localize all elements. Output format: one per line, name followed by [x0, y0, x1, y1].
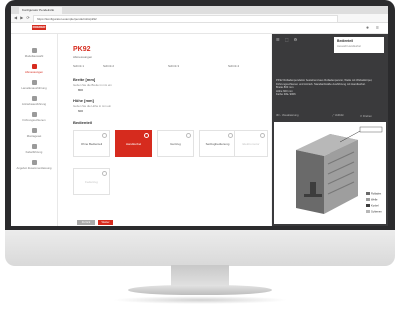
option-card-ohne[interactable]: Ohne Bedienteil — [73, 130, 110, 157]
render-crank-handle — [304, 194, 322, 197]
model-icon — [31, 48, 37, 53]
sidebar-item-montageset[interactable]: Montageset — [11, 128, 57, 140]
info-icon[interactable] — [144, 133, 149, 138]
nav-buttons[interactable]: ◀ ▶ ⟳ — [14, 15, 31, 20]
option-card-gurtzug[interactable]: Gurtzug — [157, 130, 194, 157]
option-card-seilzug[interactable]: Seilzugbedienung — [199, 130, 236, 157]
legend-swatch — [366, 192, 370, 195]
sidebar-item-kabelfuehrung[interactable]: Kabelführung — [11, 144, 57, 156]
tools-icon — [31, 128, 37, 133]
url-field[interactable]: https://konfigurator.example/pendelrollo… — [33, 15, 338, 23]
legend-label: Schienen — [371, 210, 382, 214]
page-subtitle: Abmessungen — [73, 55, 93, 59]
app-header: ROEDER ● ≡ — [11, 23, 388, 34]
vis-label: 3D - Visualisierung — [276, 114, 299, 117]
fullscreen-button[interactable]: ⤢ Vollbild — [332, 114, 343, 117]
brand-logo[interactable]: ROEDER — [32, 25, 46, 30]
back-button[interactable]: Zurück — [77, 220, 95, 225]
3d-viewer[interactable]: Rolladen Welle Kurbel Schienen — [274, 122, 386, 224]
legend-label: Kurbel — [371, 204, 379, 208]
rail-icon — [31, 112, 37, 117]
legend-swatch — [366, 198, 370, 201]
drive-icon — [31, 96, 37, 101]
info-icon[interactable] — [260, 133, 265, 138]
sidebar-item-lamellen[interactable]: Lamellenausführung — [11, 80, 57, 92]
drive-heading: Bedienteil — [73, 120, 93, 125]
popup-subtitle: Auswahl Handkurbel — [337, 45, 361, 48]
option-card-handkurbel[interactable]: Handkurbel — [115, 130, 152, 157]
legend-label: Rolladen — [371, 192, 382, 196]
monitor-stand-neck — [171, 265, 229, 287]
panel-toolbar[interactable]: ☰ ⬚ ⚙ — [276, 37, 299, 42]
render-crank — [310, 182, 316, 196]
info-icon[interactable] — [102, 133, 107, 138]
sidebar-item-fuehrungsschienen[interactable]: Führungsschienen — [11, 112, 57, 124]
user-icon[interactable]: ● — [366, 25, 369, 31]
spec-color: Farbe RAL 9006 — [276, 93, 296, 97]
legend-swatch — [366, 210, 370, 213]
legend-label: Welle — [371, 198, 378, 202]
width-hint: Geben Sie die Breite in mm ein — [73, 83, 112, 87]
option-card-elektromotor[interactable]: Elektromotor — [234, 130, 268, 157]
sidebar-item-antrieb[interactable]: Antriebsausführung — [11, 96, 57, 108]
rotate-button[interactable]: ⟳ Drehen — [360, 114, 372, 118]
screen: Konfigurator Pendelrollo ◀ ▶ ⟳ https://k… — [11, 6, 388, 226]
slats-icon — [31, 80, 37, 85]
roller-door-3d-render: Rolladen Welle Kurbel Schienen — [296, 126, 383, 214]
step-1[interactable]: Schritt 1 — [73, 64, 84, 68]
menu-icon[interactable]: ≡ — [376, 25, 379, 31]
cable-icon — [31, 144, 37, 149]
sidebar: Modellauswahl Abmessungen Lamellenausfüh… — [11, 34, 58, 226]
step-4[interactable]: Schritt 4 — [228, 64, 239, 68]
selection-popup: Bedienteil Auswahl Handkurbel — [334, 37, 384, 53]
product-description: PK92 Rolladenpendeltor bestehend aus Rol… — [276, 79, 384, 97]
info-icon[interactable] — [186, 133, 191, 138]
browser-tab-bar: Konfigurator Pendelrollo — [11, 6, 388, 14]
browser-tab[interactable]: Konfigurator Pendelrollo — [19, 7, 62, 14]
width-input[interactable]: 800 — [78, 88, 83, 92]
render-callout-box — [359, 126, 383, 133]
info-icon[interactable] — [102, 171, 107, 176]
height-hint: Geben Sie die Höhe in mm ein — [73, 104, 112, 108]
height-input[interactable]: 600 — [78, 109, 83, 113]
ruler-icon — [31, 64, 37, 69]
page-title: PK92 — [73, 46, 91, 53]
sidebar-item-abmessungen[interactable]: Abmessungen — [11, 64, 57, 76]
monitor-shadow — [112, 296, 288, 304]
monitor-stand-foot — [128, 285, 272, 295]
height-heading: Höhe [mm] — [73, 98, 94, 103]
monitor-chin — [5, 230, 395, 266]
info-icon[interactable] — [228, 133, 233, 138]
main-content: PK92 Abmessungen Schritt 1 Schritt 2 Sch… — [58, 34, 271, 226]
option-card-federzug[interactable]: Federzug — [73, 168, 110, 195]
step-indicator: Schritt 1 Schritt 2 Schritt 3 Schritt 4 — [73, 64, 263, 68]
step-3[interactable]: Schritt 3 — [168, 64, 179, 68]
info-panel: ☰ ⬚ ⚙ Bedienteil Auswahl Handkurbel PK92… — [272, 34, 388, 226]
step-2[interactable]: Schritt 2 — [103, 64, 114, 68]
width-heading: Breite [mm] — [73, 77, 96, 82]
popup-title: Bedienteil — [337, 39, 354, 43]
document-icon — [31, 160, 37, 165]
address-bar: ◀ ▶ ⟳ https://konfigurator.example/pende… — [11, 14, 388, 23]
legend-swatch — [366, 204, 370, 207]
sidebar-item-angebot[interactable]: Angebot Zusammenfassung — [11, 160, 57, 172]
next-button[interactable]: Weiter — [98, 220, 113, 225]
sidebar-item-modellauswahl[interactable]: Modellauswahl — [11, 48, 57, 60]
